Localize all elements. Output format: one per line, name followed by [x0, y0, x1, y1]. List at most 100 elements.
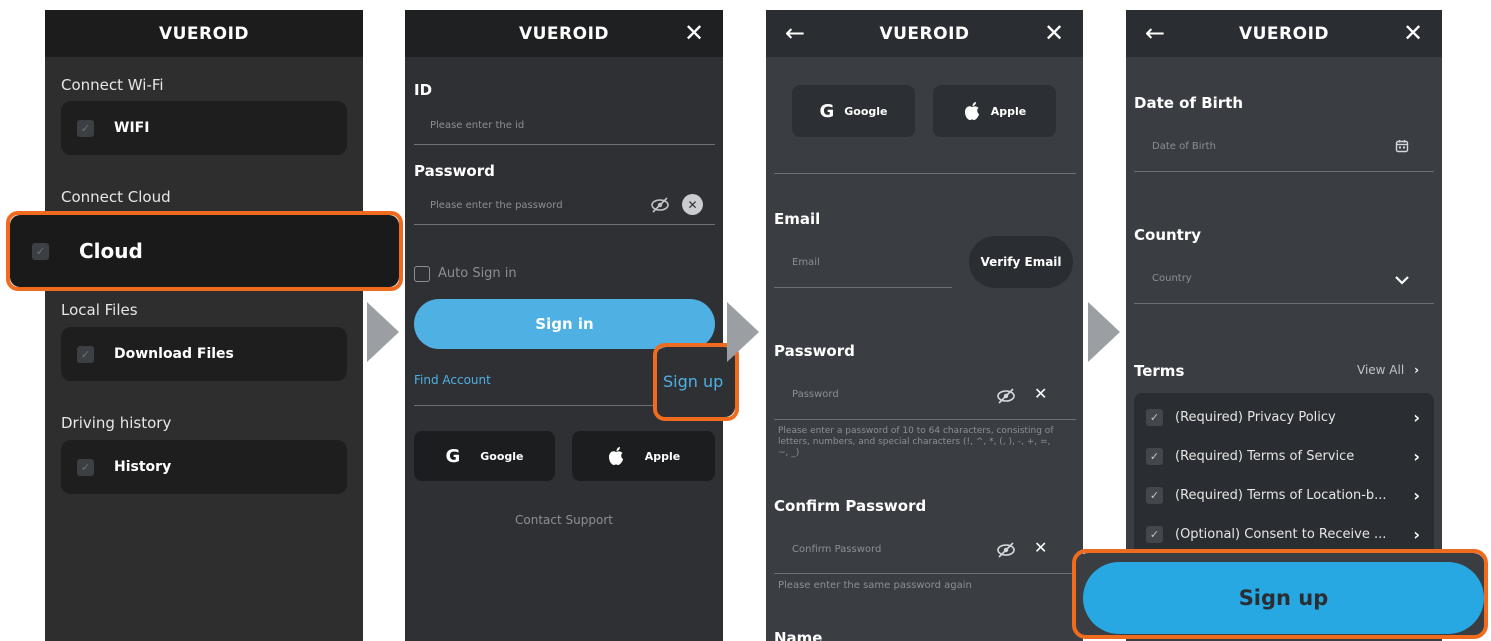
cloud-highlight — [6, 211, 403, 291]
checkbox-icon: ✓ — [1146, 526, 1163, 543]
checkbox-icon: ✓ — [1146, 487, 1163, 504]
terms-label: Terms — [1134, 362, 1185, 380]
screen-connect-menu: VUEROID Connect Wi-Fi ✓ WIFI Connect Clo… — [45, 10, 363, 641]
confirm-password-underline — [774, 573, 1076, 574]
screen-sign-in: VUEROID ✕ ID Please enter the id Passwor… — [405, 10, 723, 641]
screen-sign-up-1: ← VUEROID ✕ G Google Apple Email Email V… — [766, 10, 1083, 641]
section-label-local: Local Files — [61, 301, 138, 319]
country-select[interactable]: Country — [1152, 273, 1192, 284]
confirm-password-input[interactable]: Confirm Password — [792, 544, 881, 555]
clear-icon[interactable]: ✕ — [1034, 538, 1047, 557]
screen-sign-up-2: ← VUEROID ✕ Date of Birth Date of Birth … — [1126, 10, 1442, 641]
chevron-right-icon: › — [1414, 363, 1420, 377]
app-bar: VUEROID ✕ — [405, 10, 723, 57]
signup-button-highlight — [1072, 549, 1488, 639]
find-account-link[interactable]: Find Account — [414, 373, 491, 387]
eye-off-icon[interactable] — [995, 540, 1017, 560]
country-label: Country — [1134, 226, 1202, 244]
close-icon[interactable]: ✕ — [1398, 18, 1428, 48]
password-input[interactable]: Please enter the password — [430, 200, 563, 211]
view-all-link[interactable]: View All › — [1357, 363, 1419, 377]
dob-input[interactable]: Date of Birth — [1152, 141, 1216, 152]
eye-off-icon[interactable] — [995, 386, 1017, 406]
google-icon: G — [445, 445, 461, 467]
google-label: Google — [480, 449, 524, 463]
term-label: (Optional) Consent to Receive ... — [1175, 527, 1387, 542]
checkbox-icon: ✓ — [1146, 448, 1163, 465]
auto-signin-label: Auto Sign in — [438, 266, 517, 281]
back-arrow-icon[interactable]: ← — [780, 18, 810, 48]
chevron-down-icon[interactable] — [1394, 270, 1410, 289]
dob-underline — [1134, 171, 1434, 172]
section-label-cloud: Connect Cloud — [61, 188, 171, 206]
email-label: Email — [774, 210, 821, 228]
id-label: ID — [414, 81, 433, 99]
term-item[interactable]: ✓ (Required) Privacy Policy › — [1146, 408, 1428, 427]
password-hint: Please enter a password of 10 to 64 char… — [778, 426, 1054, 458]
app-bar: VUEROID — [45, 10, 363, 57]
flow-arrow-icon — [367, 302, 399, 362]
signin-label: Sign in — [535, 315, 594, 333]
app-title: VUEROID — [879, 23, 970, 44]
signin-button[interactable]: Sign in — [414, 299, 715, 349]
calendar-icon[interactable] — [1395, 138, 1409, 157]
checkbox-icon: ✓ — [77, 345, 94, 363]
wifi-item[interactable]: ✓ WIFI — [61, 101, 347, 155]
divider — [774, 173, 1076, 174]
download-files-item[interactable]: ✓ Download Files — [61, 327, 347, 381]
apple-icon — [607, 446, 625, 466]
section-label-wifi: Connect Wi-Fi — [61, 76, 164, 94]
apple-button[interactable]: Apple — [572, 431, 715, 481]
back-arrow-icon[interactable]: ← — [1140, 18, 1170, 48]
app-title: VUEROID — [1238, 23, 1330, 44]
apple-label: Apple — [990, 104, 1027, 118]
email-underline — [774, 287, 952, 288]
chevron-right-icon: › — [1413, 447, 1420, 466]
email-input[interactable]: Email — [792, 257, 820, 268]
view-all-label: View All — [1357, 363, 1405, 377]
apple-button[interactable]: Apple — [933, 85, 1056, 137]
download-files-label: Download Files — [114, 346, 234, 362]
app-title: VUEROID — [518, 23, 610, 44]
password-underline — [414, 224, 715, 225]
google-label: Google — [844, 104, 888, 118]
password-input[interactable]: Password — [792, 389, 839, 400]
dob-label: Date of Birth — [1134, 94, 1244, 112]
history-item[interactable]: ✓ History — [61, 440, 347, 494]
google-icon: G — [819, 100, 835, 122]
auto-signin-checkbox[interactable] — [414, 266, 430, 282]
name-label: Name — [774, 629, 823, 641]
google-button[interactable]: G Google — [792, 85, 915, 137]
password-label: Password — [414, 162, 495, 180]
id-input[interactable]: Please enter the id — [430, 120, 524, 131]
confirm-password-label: Confirm Password — [774, 497, 927, 515]
chevron-right-icon: › — [1413, 486, 1420, 505]
term-label: (Required) Terms of Location-b... — [1175, 488, 1387, 503]
password-underline — [774, 419, 1076, 420]
app-bar: ← VUEROID ✕ — [1126, 10, 1442, 57]
flow-arrow-icon — [1088, 302, 1120, 362]
clear-icon[interactable]: ✕ — [1034, 384, 1047, 403]
verify-email-button[interactable]: Verify Email — [969, 236, 1073, 288]
close-icon[interactable]: ✕ — [679, 18, 709, 48]
term-item[interactable]: ✓ (Required) Terms of Service › — [1146, 447, 1428, 466]
wifi-label: WIFI — [114, 120, 150, 136]
term-item[interactable]: ✓ (Optional) Consent to Receive ... › — [1146, 525, 1428, 544]
checkbox-icon: ✓ — [1146, 409, 1163, 426]
eye-off-icon[interactable] — [649, 195, 671, 215]
term-item[interactable]: ✓ (Required) Terms of Location-b... › — [1146, 486, 1428, 505]
password-label: Password — [774, 342, 855, 360]
checkbox-icon: ✓ — [77, 119, 94, 137]
app-bar: ← VUEROID ✕ — [766, 10, 1083, 57]
google-button[interactable]: G Google — [414, 431, 555, 481]
contact-support-link[interactable]: Contact Support — [405, 513, 723, 527]
close-icon[interactable]: ✕ — [1039, 18, 1069, 48]
country-underline — [1134, 303, 1434, 304]
term-label: (Required) Privacy Policy — [1175, 410, 1336, 425]
history-label: History — [114, 459, 172, 475]
terms-panel: ✓ (Required) Privacy Policy › ✓ (Require… — [1134, 393, 1434, 563]
term-label: (Required) Terms of Service — [1175, 449, 1355, 464]
checkbox-icon: ✓ — [77, 458, 94, 476]
section-label-history: Driving history — [61, 414, 172, 432]
clear-icon[interactable]: ✕ — [682, 194, 703, 215]
